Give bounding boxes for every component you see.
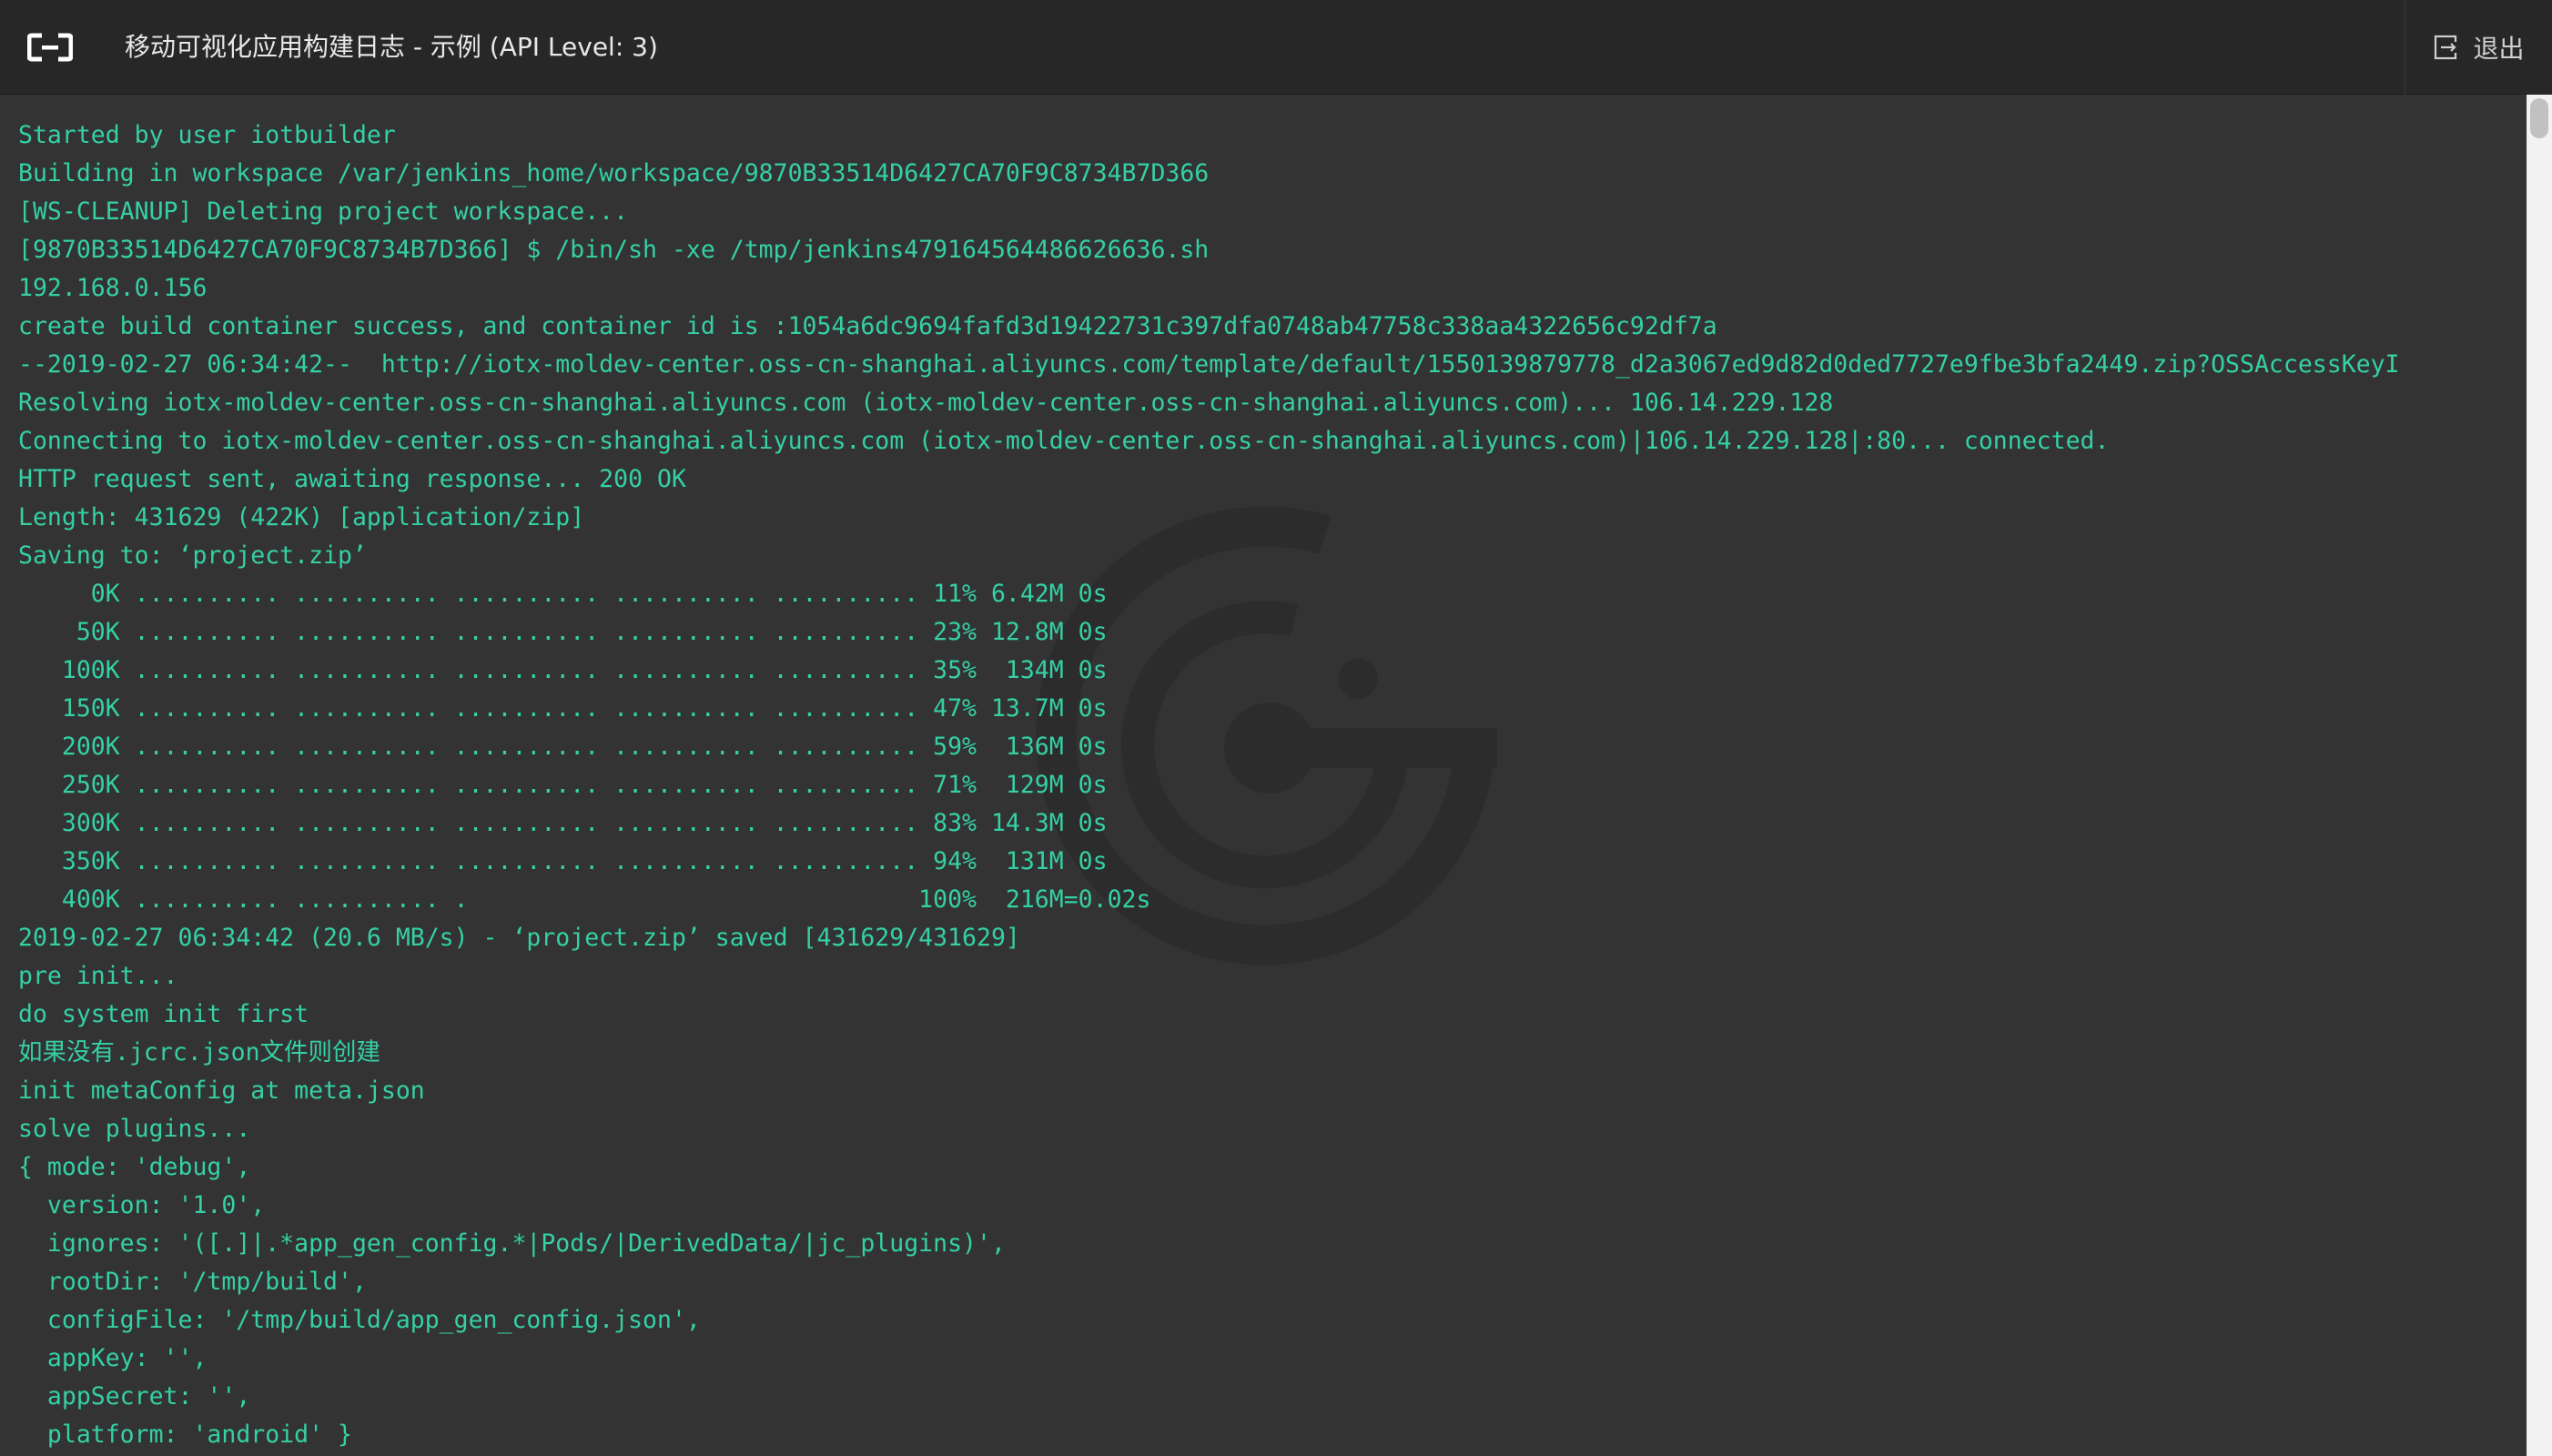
- log-line: rootDir: '/tmp/build',: [18, 1268, 367, 1296]
- scrollbar-thumb[interactable]: [2530, 98, 2548, 138]
- aliyun-logo-icon[interactable]: [27, 33, 73, 62]
- log-line: 400K .......... .......... . 100% 216M=0…: [18, 885, 1151, 914]
- log-line: 300K .......... .......... .......... ..…: [18, 809, 1108, 837]
- log-line: appKey: '',: [18, 1344, 208, 1372]
- exit-button[interactable]: 退出: [2405, 0, 2552, 95]
- log-line: 350K .......... .......... .......... ..…: [18, 847, 1108, 875]
- exit-icon: [2435, 35, 2459, 60]
- vertical-scrollbar[interactable]: [2527, 95, 2552, 1456]
- log-line: 50K .......... .......... .......... ...…: [18, 618, 1108, 646]
- log-line: solve plugins...: [18, 1115, 251, 1143]
- log-line: [9870B33514D6427CA70F9C8734B7D366] $ /bi…: [18, 236, 1210, 264]
- log-output: Started by user iotbuilder Building in wo…: [18, 116, 2400, 1454]
- log-line: Connecting to iotx-moldev-center.oss-cn-…: [18, 427, 2110, 455]
- log-line: configFile: '/tmp/build/app_gen_config.j…: [18, 1306, 701, 1334]
- log-line: do system init first: [18, 1000, 309, 1028]
- log-line: Started by user iotbuilder: [18, 121, 396, 149]
- log-line: init metaConfig at meta.json: [18, 1077, 425, 1105]
- log-line: 2019-02-27 06:34:42 (20.6 MB/s) - ‘proje…: [18, 924, 1020, 952]
- log-line: Building in workspace /var/jenkins_home/…: [18, 159, 1210, 187]
- log-line: { mode: 'debug',: [18, 1153, 251, 1181]
- log-line: 250K .......... .......... .......... ..…: [18, 771, 1108, 799]
- log-line: 200K .......... .......... .......... ..…: [18, 733, 1108, 761]
- log-line: 如果没有.jcrc.json文件则创建: [18, 1038, 381, 1067]
- log-line: 100K .......... .......... .......... ..…: [18, 656, 1108, 684]
- log-line: --2019-02-27 06:34:42-- http://iotx-mold…: [18, 350, 2400, 379]
- log-line: pre init...: [18, 962, 178, 990]
- top-bar: 移动可视化应用构建日志 - 示例 (API Level: 3) 退出: [0, 0, 2552, 95]
- page-title: 移动可视化应用构建日志 - 示例 (API Level: 3): [125, 32, 658, 62]
- log-line: 150K .......... .......... .......... ..…: [18, 694, 1108, 723]
- log-line: HTTP request sent, awaiting response... …: [18, 465, 686, 493]
- log-line: Saving to: ‘project.zip’: [18, 541, 367, 570]
- log-line: 192.168.0.156: [18, 274, 208, 302]
- log-line: 0K .......... .......... .......... ....…: [18, 580, 1108, 608]
- log-line: create build container success, and cont…: [18, 312, 1717, 340]
- build-log-console[interactable]: Started by user iotbuilder Building in wo…: [0, 95, 2527, 1456]
- log-line: Length: 431629 (422K) [application/zip]: [18, 503, 585, 531]
- log-line: version: '1.0',: [18, 1191, 266, 1219]
- log-line: [WS-CLEANUP] Deleting project workspace.…: [18, 197, 629, 226]
- log-line: ignores: '([.]|.*app_gen_config.*|Pods/|…: [18, 1229, 1006, 1258]
- log-line: platform: 'android' }: [18, 1421, 352, 1449]
- exit-label: 退出: [2473, 34, 2525, 64]
- log-line: Resolving iotx-moldev-center.oss-cn-shan…: [18, 389, 1834, 417]
- log-line: appSecret: '',: [18, 1382, 251, 1410]
